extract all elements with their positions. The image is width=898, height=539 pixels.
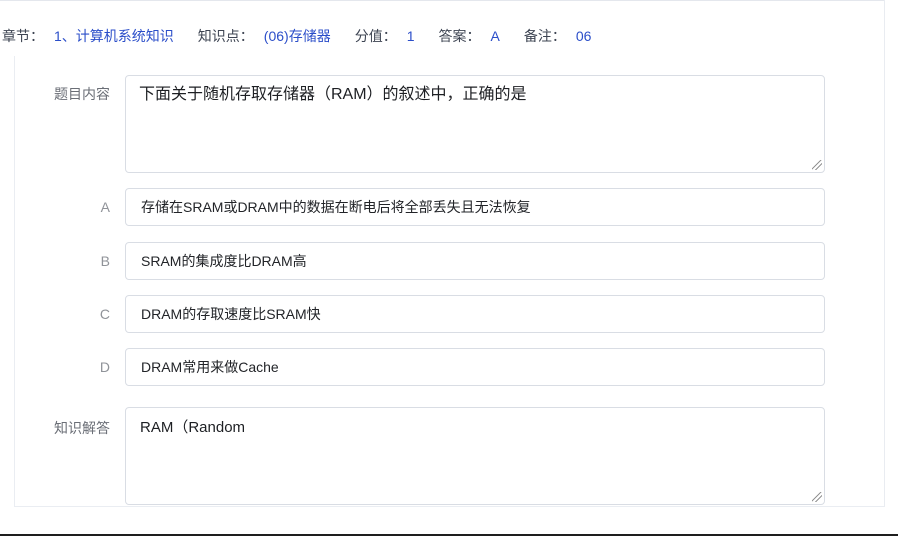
option-b-input[interactable] [125, 242, 825, 280]
question-content-label: 题目内容 [14, 84, 110, 104]
option-d-input[interactable] [125, 348, 825, 386]
question-content-field: 下面关于随机存取存储器（RAM）的叙述中，正确的是 [125, 75, 825, 173]
meta-knowledge-point: 知识点： (06)存储器 [198, 26, 331, 46]
option-c-input[interactable] [125, 295, 825, 333]
resize-grip-icon[interactable] [812, 160, 822, 170]
topbar-divider [0, 0, 885, 1]
chapter-label: 章节： [2, 26, 44, 46]
knowledge-point-label: 知识点： [198, 26, 254, 46]
knowledge-point-value: (06)存储器 [264, 26, 331, 46]
question-content-textarea[interactable]: 下面关于随机存取存储器（RAM）的叙述中，正确的是 [125, 75, 825, 173]
answer-label: 答案： [439, 26, 481, 46]
answer-value: A [491, 26, 500, 46]
note-value: 06 [576, 26, 592, 46]
card-left-border [14, 56, 15, 506]
resize-grip-icon[interactable] [812, 492, 822, 502]
card-bottom-border [14, 506, 885, 507]
note-label: 备注： [524, 26, 566, 46]
explanation-label: 知识解答 [14, 418, 110, 438]
meta-answer: 答案： A [439, 26, 500, 46]
option-d-label: D [14, 348, 110, 386]
explanation-textarea[interactable]: RAM（Random [125, 407, 825, 505]
option-b-label: B [14, 242, 110, 280]
card-right-border [884, 0, 885, 507]
question-detail-page: 章节： 1、计算机系统知识 知识点： (06)存储器 分值： 1 答案： A 备… [0, 0, 898, 539]
meta-bar: 章节： 1、计算机系统知识 知识点： (06)存储器 分值： 1 答案： A 备… [0, 0, 885, 55]
meta-chapter: 章节： 1、计算机系统知识 [2, 26, 174, 46]
option-c-label: C [14, 295, 110, 333]
chapter-value: 1、计算机系统知识 [54, 26, 174, 46]
meta-score: 分值： 1 [355, 26, 415, 46]
option-a-input[interactable] [125, 188, 825, 226]
score-value: 1 [407, 26, 415, 46]
meta-note: 备注： 06 [524, 26, 592, 46]
explanation-field: RAM（Random [125, 407, 825, 505]
score-label: 分值： [355, 26, 397, 46]
page-bottom-divider [0, 534, 898, 536]
option-a-label: A [14, 188, 110, 226]
